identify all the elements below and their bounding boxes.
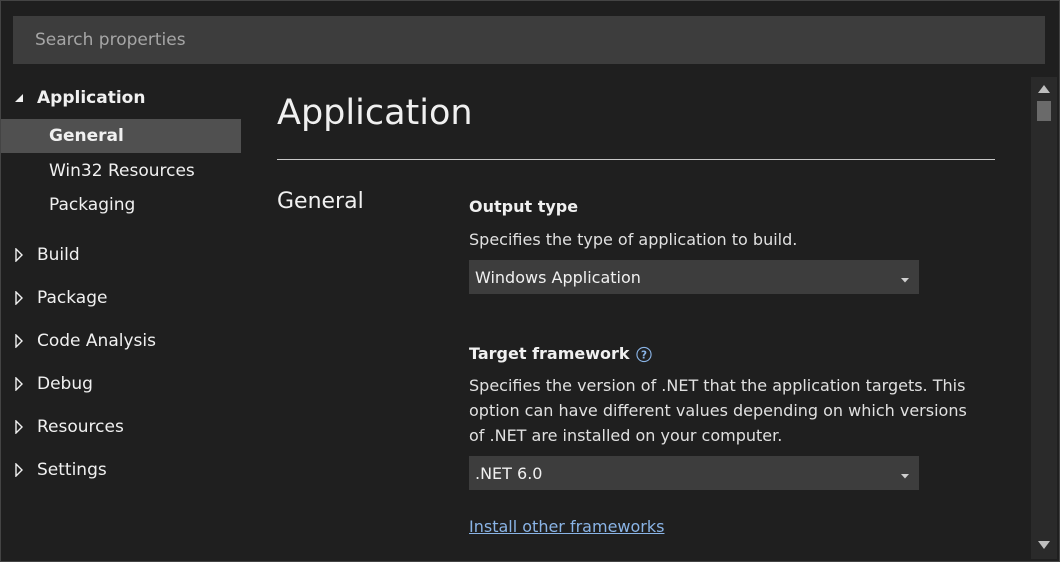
triangle-collapsed-icon[interactable] xyxy=(1,248,37,262)
sidebar-group-code-analysis[interactable]: Code Analysis xyxy=(1,324,241,358)
target-framework-description: Specifies the version of .NET that the a… xyxy=(469,376,967,445)
install-other-frameworks-link[interactable]: Install other frameworks xyxy=(469,517,664,536)
target-framework-label-text: Target framework xyxy=(469,344,630,363)
sidebar-group-label: Build xyxy=(37,245,80,265)
triangle-collapsed-icon[interactable] xyxy=(1,377,37,391)
triangle-collapsed-icon[interactable] xyxy=(1,463,37,477)
chevron-down-icon xyxy=(901,464,909,483)
section-label: General xyxy=(277,189,364,214)
sidebar-group-debug[interactable]: Debug xyxy=(1,367,241,401)
triangle-collapsed-icon[interactable] xyxy=(1,334,37,348)
sidebar-item-win32-resources[interactable]: Win32 Resources xyxy=(1,154,241,188)
properties-window: Application General Win32 Resources Pack… xyxy=(0,0,1060,562)
triangle-expanded-icon[interactable] xyxy=(1,93,37,103)
output-type-description: Specifies the type of application to bui… xyxy=(469,230,798,249)
help-circle-icon[interactable]: ? xyxy=(635,346,652,362)
output-type-label: Output type xyxy=(469,197,578,216)
sidebar-item-packaging[interactable]: Packaging xyxy=(1,188,241,222)
sidebar-nav: Application General Win32 Resources Pack… xyxy=(1,79,241,549)
sidebar-group-label: Package xyxy=(37,288,108,308)
sidebar-group-package[interactable]: Package xyxy=(1,281,241,315)
sidebar-group-label: Debug xyxy=(37,374,93,394)
sidebar-group-label: Settings xyxy=(37,460,107,480)
sidebar-item-label: Packaging xyxy=(49,195,136,215)
triangle-collapsed-icon[interactable] xyxy=(1,291,37,305)
sidebar-item-label: General xyxy=(49,126,124,146)
target-framework-value: .NET 6.0 xyxy=(475,463,543,483)
page-title: Application xyxy=(277,93,473,133)
chevron-down-icon xyxy=(901,268,909,287)
sidebar-group-resources[interactable]: Resources xyxy=(1,410,241,444)
triangle-collapsed-icon[interactable] xyxy=(1,420,37,434)
output-type-label-text: Output type xyxy=(469,197,579,216)
scroll-up-arrow-icon[interactable] xyxy=(1037,83,1051,95)
sidebar-group-build[interactable]: Build xyxy=(1,238,241,272)
output-type-value: Windows Application xyxy=(475,267,641,287)
sidebar-item-label: Win32 Resources xyxy=(49,161,195,181)
main-content: Application General Output type Specifie… xyxy=(277,79,1017,561)
target-framework-dropdown[interactable]: .NET 6.0 xyxy=(469,456,919,490)
vertical-scrollbar[interactable] xyxy=(1031,77,1057,559)
target-framework-label: Target framework ? xyxy=(469,344,652,363)
sidebar-group-label: Application xyxy=(37,88,146,108)
scrollbar-thumb[interactable] xyxy=(1037,101,1051,121)
svg-text:?: ? xyxy=(641,349,647,361)
sidebar-item-general[interactable]: General xyxy=(1,119,241,153)
sidebar-group-label: Code Analysis xyxy=(37,331,156,351)
search-input[interactable] xyxy=(13,16,1045,64)
sidebar-group-settings[interactable]: Settings xyxy=(1,453,241,487)
title-divider xyxy=(277,159,995,160)
sidebar-group-application[interactable]: Application xyxy=(1,81,241,115)
scroll-down-arrow-icon[interactable] xyxy=(1037,539,1051,551)
output-type-dropdown[interactable]: Windows Application xyxy=(469,260,919,294)
sidebar-group-label: Resources xyxy=(37,417,124,437)
